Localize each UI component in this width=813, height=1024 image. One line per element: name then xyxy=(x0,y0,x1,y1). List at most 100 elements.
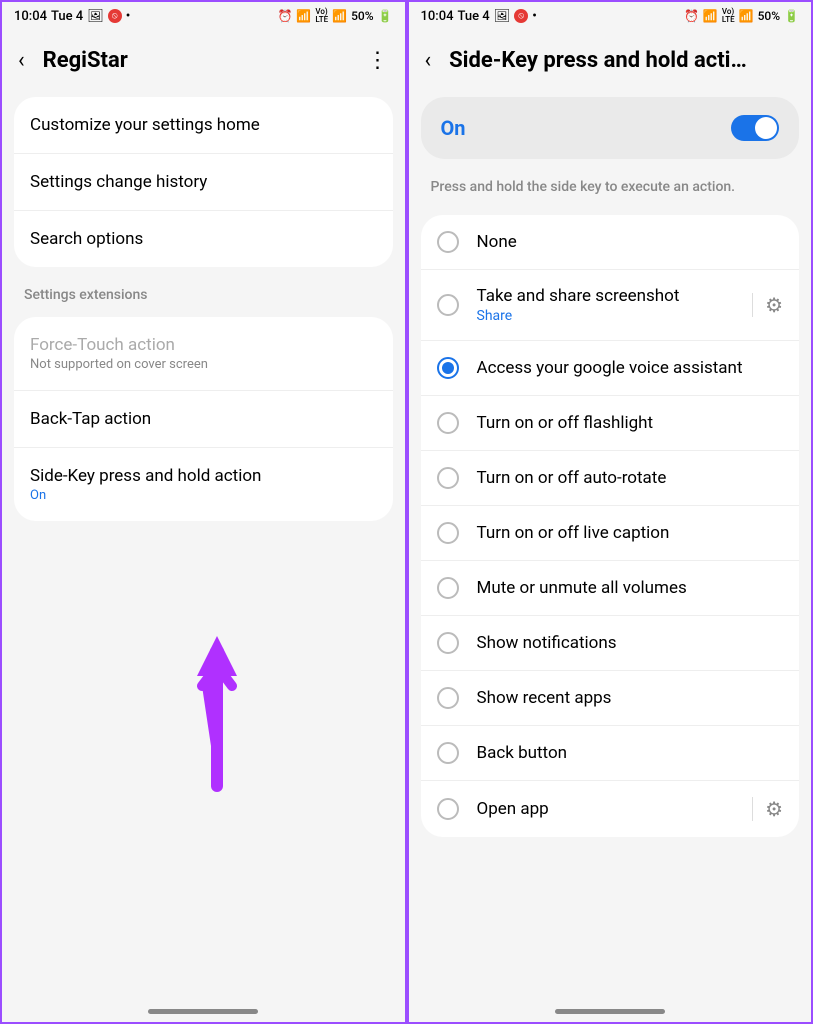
dot-icon: • xyxy=(532,9,537,24)
radio-button[interactable] xyxy=(437,687,459,709)
toggle-knob xyxy=(755,117,777,139)
radio-button[interactable] xyxy=(437,577,459,599)
radio-title: Take and share screenshot xyxy=(477,286,735,306)
radio-title: Open app xyxy=(477,799,735,819)
radio-content: Show notifications xyxy=(477,633,784,653)
radio-title: Turn on or off live caption xyxy=(477,523,784,543)
settings-card-1: Customize your settings home Settings ch… xyxy=(14,97,393,267)
status-time: 10:04 xyxy=(421,9,454,24)
signal-icon: 📶 xyxy=(332,9,347,23)
radio-content: Turn on or off live caption xyxy=(477,523,784,543)
radio-button[interactable] xyxy=(437,798,459,820)
battery-icon: 🔋 xyxy=(378,9,393,23)
status-bar: 10:04 Tue 4 🖼 ⦸ • ⏰ 📶 Vo)LTE 📶 50% 🔋 xyxy=(2,2,405,30)
radio-button[interactable] xyxy=(437,412,459,434)
radio-button[interactable] xyxy=(437,294,459,316)
lte-icon: Vo)LTE xyxy=(722,8,735,24)
back-icon[interactable]: ‹ xyxy=(18,48,25,73)
radio-option[interactable]: Mute or unmute all volumes xyxy=(421,561,800,616)
nav-bar[interactable] xyxy=(148,1009,258,1014)
radio-content: Mute or unmute all volumes xyxy=(477,578,784,598)
page-title: RegiStar xyxy=(43,48,349,73)
radio-option[interactable]: Access your google voice assistant xyxy=(421,341,800,396)
radio-title: Back button xyxy=(477,743,784,763)
status-date: Tue 4 xyxy=(457,9,489,24)
radio-option[interactable]: Show recent apps xyxy=(421,671,800,726)
radio-button[interactable] xyxy=(437,522,459,544)
radio-content: None xyxy=(477,232,784,252)
search-options-item[interactable]: Search options xyxy=(14,211,393,267)
radio-button[interactable] xyxy=(437,231,459,253)
status-date: Tue 4 xyxy=(51,9,83,24)
radio-button[interactable] xyxy=(437,467,459,489)
radio-content: Access your google voice assistant xyxy=(477,358,784,378)
radio-subtitle: Share xyxy=(477,308,735,324)
page-title: Side-Key press and hold acti… xyxy=(449,48,795,73)
phone-left: 10:04 Tue 4 🖼 ⦸ • ⏰ 📶 Vo)LTE 📶 50% 🔋 ‹ R… xyxy=(0,0,407,1024)
alarm-icon: ⏰ xyxy=(277,9,292,23)
radio-option[interactable]: Turn on or off auto-rotate xyxy=(421,451,800,506)
section-header: Settings extensions xyxy=(2,273,405,311)
battery-icon: 🔋 xyxy=(784,9,799,23)
description: Press and hold the side key to execute a… xyxy=(409,165,812,209)
status-time: 10:04 xyxy=(14,9,47,24)
radio-button[interactable] xyxy=(437,742,459,764)
radio-title: Turn on or off flashlight xyxy=(477,413,784,433)
signal-icon: 📶 xyxy=(739,9,754,23)
lte-icon: Vo)LTE xyxy=(315,8,328,24)
battery-text: 50% xyxy=(758,9,780,23)
battery-text: 50% xyxy=(351,9,373,23)
nav-bar[interactable] xyxy=(555,1009,665,1014)
extensions-card: Force-Touch action Not supported on cove… xyxy=(14,317,393,521)
radio-option[interactable]: Back button xyxy=(421,726,800,781)
radio-option[interactable]: None xyxy=(421,215,800,270)
back-tap-item[interactable]: Back-Tap action xyxy=(14,391,393,448)
radio-title: Show notifications xyxy=(477,633,784,653)
radio-content: Open app xyxy=(477,799,735,819)
radio-content: Show recent apps xyxy=(477,688,784,708)
radio-title: None xyxy=(477,232,784,252)
gallery-icon: 🖼 xyxy=(87,9,104,24)
radio-title: Turn on or off auto-rotate xyxy=(477,468,784,488)
dot-icon: • xyxy=(126,9,131,24)
radio-title: Mute or unmute all volumes xyxy=(477,578,784,598)
wifi-icon: 📶 xyxy=(703,9,718,23)
phone-right: 10:04 Tue 4 🖼 ⦸ • ⏰ 📶 Vo)LTE 📶 50% 🔋 ‹ S… xyxy=(407,0,813,1024)
radio-content: Turn on or off flashlight xyxy=(477,413,784,433)
radio-option[interactable]: Turn on or off flashlight xyxy=(421,396,800,451)
radio-option[interactable]: Take and share screenshot Share ⚙ xyxy=(421,270,800,341)
wifi-icon: 📶 xyxy=(296,9,311,23)
gallery-icon: 🖼 xyxy=(494,9,511,24)
change-history-item[interactable]: Settings change history xyxy=(14,154,393,211)
radio-content: Back button xyxy=(477,743,784,763)
content-left: Customize your settings home Settings ch… xyxy=(2,91,405,1022)
back-icon[interactable]: ‹ xyxy=(425,48,432,73)
record-icon: ⦸ xyxy=(514,9,528,23)
radio-title: Show recent apps xyxy=(477,688,784,708)
record-icon: ⦸ xyxy=(108,9,122,23)
radio-button[interactable] xyxy=(437,632,459,654)
gear-icon[interactable]: ⚙ xyxy=(752,293,783,317)
radio-option[interactable]: Show notifications xyxy=(421,616,800,671)
alarm-icon: ⏰ xyxy=(684,9,699,23)
app-header: ‹ RegiStar ⋮ xyxy=(2,30,405,91)
gear-icon[interactable]: ⚙ xyxy=(752,797,783,821)
radio-title: Access your google voice assistant xyxy=(477,358,784,378)
app-header: ‹ Side-Key press and hold acti… xyxy=(409,30,812,91)
side-key-item[interactable]: Side-Key press and hold action On xyxy=(14,448,393,521)
toggle-switch[interactable] xyxy=(731,115,779,141)
force-touch-item: Force-Touch action Not supported on cove… xyxy=(14,317,393,391)
options-card: None Take and share screenshot Share ⚙ Acces… xyxy=(421,215,800,837)
arrow-annotation xyxy=(177,636,257,796)
more-icon[interactable]: ⋮ xyxy=(367,48,389,73)
master-toggle[interactable]: On xyxy=(421,97,800,159)
radio-button[interactable] xyxy=(437,357,459,379)
radio-content: Take and share screenshot Share xyxy=(477,286,735,324)
toggle-label: On xyxy=(441,116,466,140)
radio-option[interactable]: Open app ⚙ xyxy=(421,781,800,837)
radio-content: Turn on or off auto-rotate xyxy=(477,468,784,488)
status-bar: 10:04 Tue 4 🖼 ⦸ • ⏰ 📶 Vo)LTE 📶 50% 🔋 xyxy=(409,2,812,30)
customize-settings-item[interactable]: Customize your settings home xyxy=(14,97,393,154)
radio-option[interactable]: Turn on or off live caption xyxy=(421,506,800,561)
content-right: On Press and hold the side key to execut… xyxy=(409,91,812,1022)
